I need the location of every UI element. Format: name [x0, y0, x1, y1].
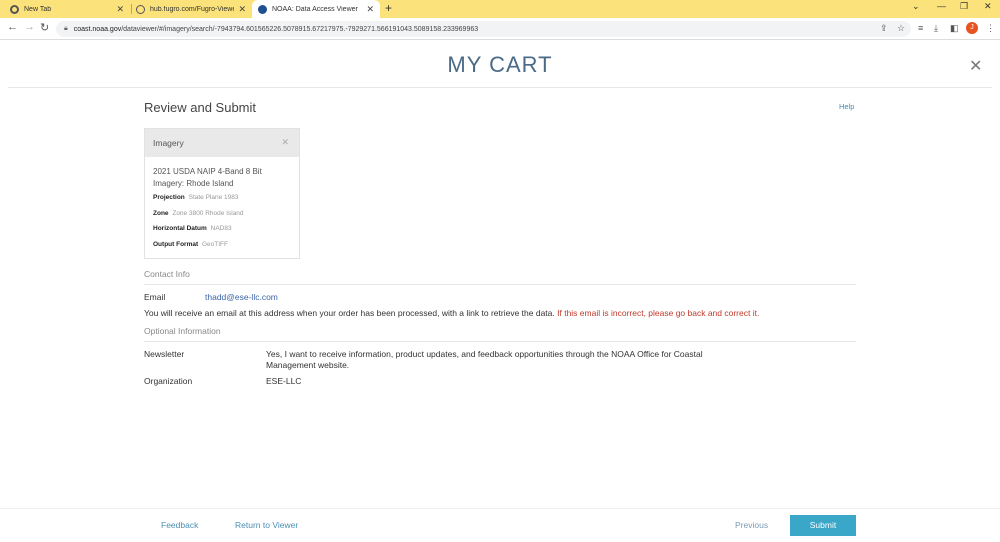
reading-list-icon[interactable]: ≡ [918, 23, 923, 33]
cart-item-header: Imagery ✕ [145, 129, 299, 157]
detail-horizontal-datum: Horizontal Datum NAD83 [153, 225, 232, 232]
submit-button[interactable]: Submit [790, 515, 856, 536]
tab-label: NOAA: Data Access Viewer [272, 5, 358, 13]
tab-label: New Tab [24, 5, 52, 13]
url-field[interactable]: 🔒︎ coast.noaa.gov/dataviewer/#/imagery/s… [56, 21, 911, 37]
email-notice: You will receive an email at this addres… [144, 308, 759, 318]
lock-icon: 🔒︎ [64, 25, 68, 32]
contact-divider [144, 284, 856, 285]
tab-search-chevron-icon[interactable]: ⌄ [912, 1, 920, 12]
return-to-viewer-link[interactable]: Return to Viewer [235, 520, 298, 530]
close-tab-icon[interactable]: ✕ [238, 4, 246, 15]
restore-icon[interactable]: ❐ [960, 1, 968, 12]
profile-avatar[interactable]: J [966, 22, 978, 34]
browser-tab-bar: New Tab ✕ hub.fugro.com/Fugro-Viewer/ ✕ … [0, 0, 1000, 18]
close-tab-icon[interactable]: ✕ [366, 4, 374, 15]
section-title: Review and Submit [144, 100, 256, 115]
tab-fugro-viewer[interactable]: hub.fugro.com/Fugro-Viewer/ ✕ [130, 0, 252, 18]
window-close-icon[interactable]: ✕ [984, 1, 992, 12]
new-tab-plus-icon[interactable]: + [385, 1, 392, 15]
page-title: MY CART [447, 52, 553, 77]
share-icon[interactable]: ⇪ [880, 23, 888, 34]
remove-item-icon[interactable]: ✕ [281, 137, 289, 148]
detail-output-format: Output Format GeoTIFF [153, 240, 228, 248]
previous-button[interactable]: Previous [735, 520, 768, 530]
footer-divider [0, 508, 1000, 509]
cart-item-card: Imagery ✕ 2021 USDA NAIP 4-Band 8 Bit Im… [144, 128, 300, 259]
help-link[interactable]: Help [839, 102, 854, 111]
browser-menu-icon[interactable]: ⋮ [986, 23, 995, 34]
chrome-icon [10, 4, 19, 14]
organization-value: ESE-LLC [266, 376, 302, 386]
forward-arrow-icon[interactable]: → [24, 21, 35, 33]
back-arrow-icon[interactable]: ← [7, 21, 18, 33]
organization-label: Organization [144, 376, 193, 386]
newsletter-value: Yes, I want to receive information, prod… [266, 349, 703, 370]
close-tab-icon[interactable]: ✕ [116, 4, 124, 15]
email-value: thadd@ese-llc.com [205, 292, 278, 302]
close-cart-icon[interactable]: ✕ [969, 56, 982, 76]
tab-label: hub.fugro.com/Fugro-Viewer/ [150, 5, 235, 13]
url-path: /dataviewer/#/imagery/search/-7943794.60… [121, 25, 479, 33]
download-icon[interactable]: ⤓ [934, 23, 938, 34]
detail-projection: Projection State Plane 1983 [153, 194, 239, 201]
detail-zone: Zone Zone 3800 Rhode Island [153, 209, 244, 217]
email-warning-text: If this email is incorrect, please go ba… [557, 308, 760, 318]
reload-icon[interactable]: ↻ [40, 21, 49, 34]
tab-noaa-data-access-viewer[interactable]: NOAA: Data Access Viewer ✕ [252, 0, 380, 18]
address-bar-row: ← → ↻ 🔒︎ coast.noaa.gov/dataviewer/#/ima… [0, 18, 1000, 40]
url-host: coast.noaa.gov [73, 25, 122, 33]
tab-new-tab[interactable]: New Tab ✕ [4, 0, 130, 18]
feedback-link[interactable]: Feedback [161, 520, 198, 530]
dataset-name: 2021 USDA NAIP 4-Band 8 Bit Imagery: Rho… [153, 167, 262, 188]
globe-icon [136, 4, 145, 14]
optional-divider [144, 341, 856, 342]
contact-info-heading: Contact Info [144, 269, 190, 279]
header-divider [8, 87, 992, 88]
newsletter-label: Newsletter [144, 349, 185, 359]
email-notice-text: You will receive an email at this addres… [144, 308, 555, 318]
bookmark-star-icon[interactable]: ☆ [897, 23, 905, 34]
side-panel-icon[interactable]: ◧ [950, 23, 959, 34]
cart-item-category: Imagery [153, 138, 184, 148]
minimize-icon[interactable]: — [937, 1, 946, 11]
noaa-logo-icon [258, 4, 267, 14]
optional-info-heading: Optional Information [144, 326, 221, 336]
email-label: Email [144, 292, 166, 302]
